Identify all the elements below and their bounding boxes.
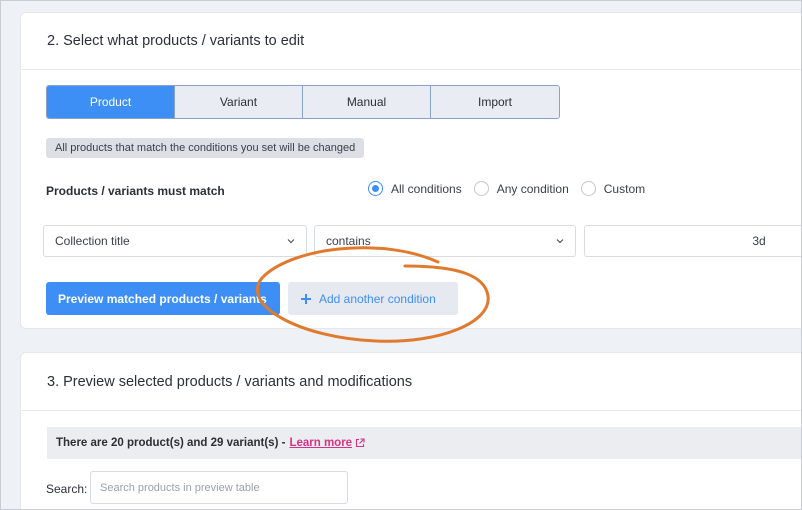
tab-variant[interactable]: Variant xyxy=(175,86,303,118)
radio-label: Any condition xyxy=(496,181,569,196)
divider xyxy=(21,69,802,70)
radio-label: All conditions xyxy=(391,181,462,196)
add-condition-button[interactable]: Add another condition xyxy=(288,282,458,315)
learn-more-link[interactable]: Learn more xyxy=(289,437,365,449)
chevron-down-icon xyxy=(556,239,564,244)
tab-import[interactable]: Import xyxy=(431,86,559,118)
tab-manual[interactable]: Manual xyxy=(303,86,431,118)
plus-icon xyxy=(301,293,311,304)
section-2-title: 2. Select what products / variants to ed… xyxy=(47,33,305,49)
select-products-card: 2. Select what products / variants to ed… xyxy=(20,12,802,329)
condition-value-input[interactable] xyxy=(584,225,802,257)
radio-button[interactable] xyxy=(580,181,596,196)
condition-operator-select[interactable]: contains xyxy=(314,225,576,257)
radio-label: Custom xyxy=(603,181,646,196)
add-condition-label: Add another condition xyxy=(319,291,436,306)
radio-custom[interactable]: Custom xyxy=(580,181,646,196)
match-count-text: There are 20 product(s) and 29 variant(s… xyxy=(56,437,286,449)
external-link-icon xyxy=(356,438,365,448)
search-label: Search: xyxy=(46,482,88,496)
preview-matched-button[interactable]: Preview matched products / variants xyxy=(46,282,280,315)
divider xyxy=(21,410,802,411)
condition-field-select[interactable]: Collection title xyxy=(43,225,307,257)
radio-button-checked[interactable] xyxy=(368,181,383,196)
radio-all-conditions[interactable]: All conditions xyxy=(368,181,462,196)
chevron-down-icon xyxy=(287,239,295,244)
match-label: Products / variants must match xyxy=(46,184,225,198)
preview-card: 3. Preview selected products / variants … xyxy=(20,352,802,510)
condition-operator-value: contains xyxy=(326,234,371,248)
match-count-bar: There are 20 product(s) and 29 variant(s… xyxy=(47,427,802,459)
mode-tabs: Product Variant Manual Import xyxy=(46,85,560,119)
conditions-hint: All products that match the conditions y… xyxy=(46,138,365,158)
radio-button[interactable] xyxy=(473,181,489,196)
condition-field-value: Collection title xyxy=(55,234,130,248)
match-radio-group: All conditions Any condition Custom xyxy=(368,181,657,196)
tab-product[interactable]: Product xyxy=(47,86,175,118)
search-input[interactable] xyxy=(90,471,348,504)
radio-any-condition[interactable]: Any condition xyxy=(473,181,569,196)
learn-more-label: Learn more xyxy=(289,437,353,449)
section-3-title: 3. Preview selected products / variants … xyxy=(47,374,413,390)
